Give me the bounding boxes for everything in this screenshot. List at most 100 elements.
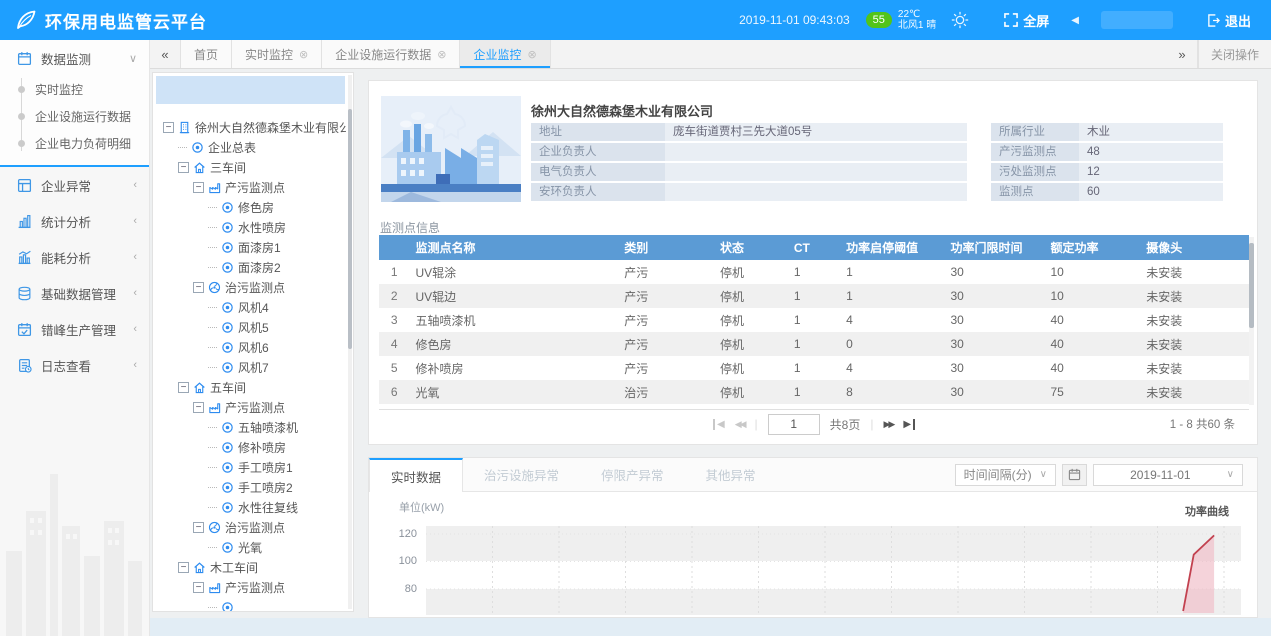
sidebar-item-基础数据管理[interactable]: 基础数据管理‹ xyxy=(0,275,149,311)
app-title: 环保用电监管云平台 xyxy=(45,8,207,33)
sidebar-item-能耗分析[interactable]: 能耗分析‹ xyxy=(0,239,149,275)
tree-node[interactable]: − 治污监测点 xyxy=(153,277,346,297)
bottom-tab-实时数据[interactable]: 实时数据 xyxy=(369,458,463,492)
tree-node[interactable]: 光氧 xyxy=(153,537,346,557)
tab-close-icon[interactable]: ⊗ xyxy=(299,48,308,61)
collapse-toggle-icon[interactable]: − xyxy=(178,382,189,393)
tree-node[interactable]: −治污监测点 xyxy=(153,517,346,537)
tree-node[interactable]: −徐州大自然德森堡木业有限公司 xyxy=(153,117,346,137)
table-row[interactable]: 1UV辊涂产污停机113010未安装 xyxy=(379,260,1249,284)
tree-node-label: 治污监测点 xyxy=(225,279,285,296)
tree-node[interactable]: 手工喷房1 xyxy=(153,457,346,477)
tree-node[interactable]: 风机5 xyxy=(153,317,346,337)
point-icon xyxy=(221,461,234,474)
tree-node[interactable]: 风机7 xyxy=(153,357,346,377)
next-page-icon[interactable]: ▶▶ xyxy=(883,419,893,430)
collapse-toggle-icon[interactable]: − xyxy=(193,182,204,193)
tree-node[interactable]: 五轴喷漆机 xyxy=(153,417,346,437)
tree-panel: −徐州大自然德森堡木业有限公司企业总表−三车间−产污监测点修色房水性喷房面漆房1… xyxy=(152,72,354,612)
interval-select[interactable]: 时间间隔(分) ∨ xyxy=(955,464,1056,486)
tree-node[interactable]: −五车间 xyxy=(153,377,346,397)
sidebar-item-错峰生产管理[interactable]: 错峰生产管理‹ xyxy=(0,311,149,347)
logout-button[interactable]: 退出 xyxy=(1207,11,1251,30)
page-input[interactable] xyxy=(768,414,820,435)
company-fields-right: 所属行业木业产污监测点48污处监测点12监测点60 xyxy=(991,123,1223,203)
tree-node[interactable]: −产污监测点 xyxy=(153,177,346,197)
collapse-toggle-icon[interactable]: − xyxy=(193,402,204,413)
tree-node[interactable] xyxy=(153,597,346,611)
monitor-table-header: 监测点名称类别状态CT功率启停阈值功率门限时间额定功率摄像头 xyxy=(379,235,1249,260)
table-row[interactable]: 4修色房产污停机103040未安装 xyxy=(379,332,1249,356)
tab-企业设施运行数据[interactable]: 企业设施运行数据⊗ xyxy=(322,40,460,68)
table-row[interactable]: 5修补喷房产污停机143040未安装 xyxy=(379,356,1249,380)
tree-node[interactable]: −产污监测点 xyxy=(153,577,346,597)
tab-企业监控[interactable]: 企业监控⊗ xyxy=(460,40,550,68)
prev-page-icon[interactable]: ◀◀ xyxy=(735,419,745,430)
tab-实时监控[interactable]: 实时监控⊗ xyxy=(232,40,322,68)
last-page-icon[interactable]: ▶ xyxy=(903,419,915,430)
collapse-toggle-icon[interactable]: − xyxy=(178,162,189,173)
sidebar-subitem-实时监控[interactable]: 实时监控 xyxy=(0,76,149,103)
sidebar-item-企业异常[interactable]: 企业异常‹ xyxy=(0,167,149,203)
tree-node[interactable]: 修色房 xyxy=(153,197,346,217)
tree-node[interactable]: −三车间 xyxy=(153,157,346,177)
table-cell: 40 xyxy=(1045,308,1141,332)
point-icon xyxy=(221,481,234,494)
tree-node[interactable]: 风机4 xyxy=(153,297,346,317)
bottom-tab-治污设施异常[interactable]: 治污设施异常 xyxy=(463,458,580,491)
scroll-tabs-right-button[interactable]: » xyxy=(1167,40,1198,68)
total-pages-label: 共8页 xyxy=(830,416,861,433)
collapse-toggle-icon[interactable]: − xyxy=(193,522,204,533)
bottom-tab-其他异常[interactable]: 其他异常 xyxy=(685,458,777,491)
collapse-toggle-icon[interactable]: − xyxy=(178,562,189,573)
table-scrollbar-thumb[interactable] xyxy=(1249,243,1254,328)
collapse-toggle-icon[interactable]: − xyxy=(163,122,174,133)
tab-close-icon[interactable]: ⊗ xyxy=(437,48,446,61)
log-icon xyxy=(17,358,32,373)
collapse-toggle-icon[interactable]: − xyxy=(193,582,204,593)
tree-node[interactable]: 面漆房2 xyxy=(153,257,346,277)
sidebar-item-日志查看[interactable]: 日志查看‹ xyxy=(0,347,149,383)
first-page-icon[interactable]: ◀ xyxy=(713,419,725,430)
tree-node-label: 产污监测点 xyxy=(225,399,285,416)
fullscreen-button[interactable]: 全屏 xyxy=(1004,11,1049,30)
company-field: 电气负责人 xyxy=(531,163,967,181)
tab-close-icon[interactable]: ⊗ xyxy=(528,48,537,61)
tree-node[interactable]: − 产污监测点 xyxy=(153,397,346,417)
tree-scrollbar[interactable] xyxy=(348,75,352,609)
tree-scrollbar-thumb[interactable] xyxy=(348,109,352,349)
company-field: 地址庞车街道贾村三先大道05号 xyxy=(531,123,967,141)
table-cell: 4 xyxy=(840,308,944,332)
tree-node[interactable]: 手工喷房2 xyxy=(153,477,346,497)
user-area[interactable] xyxy=(1101,11,1173,29)
tree-selected-row[interactable] xyxy=(156,76,345,104)
scroll-tabs-left-button[interactable]: « xyxy=(150,40,181,68)
tree-connector xyxy=(208,487,217,488)
sidebar-subitem-企业电力负荷明细[interactable]: 企业电力负荷明细 xyxy=(0,130,149,157)
calendar-button[interactable] xyxy=(1062,464,1087,486)
tree-node[interactable]: 修补喷房 xyxy=(153,437,346,457)
tree-node[interactable]: 水性往复线 xyxy=(153,497,346,517)
table-row[interactable]: 6光氧治污停机183075未安装 xyxy=(379,380,1249,404)
company-field: 所属行业木业 xyxy=(991,123,1223,141)
table-cell: 0 xyxy=(840,332,944,356)
tree-node[interactable]: −木工车间 xyxy=(153,557,346,577)
close-operations-button[interactable]: 关闭操作 xyxy=(1198,40,1271,68)
sidebar-subitem-企业设施运行数据[interactable]: 企业设施运行数据 xyxy=(0,103,149,130)
bottom-tab-停限产异常[interactable]: 停限产异常 xyxy=(580,458,685,491)
table-row[interactable]: 3五轴喷漆机产污停机143040未安装 xyxy=(379,308,1249,332)
tab-首页[interactable]: 首页 xyxy=(181,40,232,68)
date-select[interactable]: 2019-11-01 ∨ xyxy=(1093,464,1243,486)
tree-node[interactable]: 企业总表 xyxy=(153,137,346,157)
table-row[interactable]: 2UV辊边产污停机113010未安装 xyxy=(379,284,1249,308)
sidebar-item-数据监测[interactable]: 数据监测∨ xyxy=(0,40,149,76)
tree-node[interactable]: 水性喷房 xyxy=(153,217,346,237)
tree-node[interactable]: 面漆房1 xyxy=(153,237,346,257)
point-icon xyxy=(221,361,234,374)
tree-node[interactable]: 风机6 xyxy=(153,337,346,357)
sidebar-item-统计分析[interactable]: 统计分析‹ xyxy=(0,203,149,239)
table-scrollbar[interactable] xyxy=(1249,237,1254,405)
point-icon xyxy=(221,241,234,254)
collapse-toggle-icon[interactable]: − xyxy=(193,282,204,293)
collapse-caret-icon[interactable]: ◀ xyxy=(1071,15,1079,26)
